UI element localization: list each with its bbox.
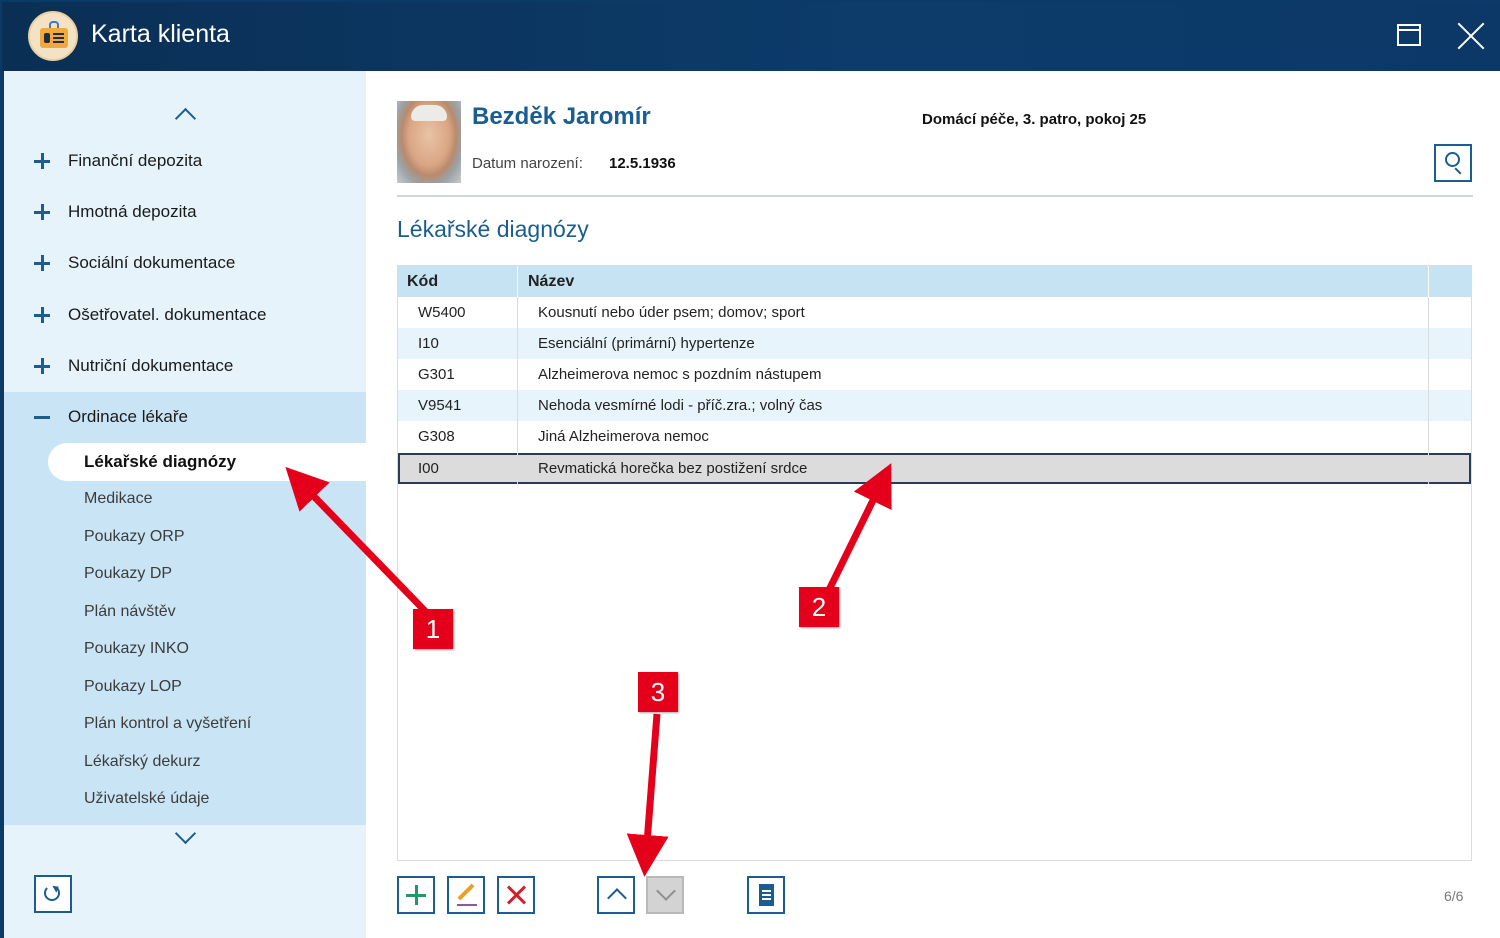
minus-icon [34,409,50,425]
sidebar-item-socialni-dokumentace[interactable]: Sociální dokumentace [4,244,366,284]
sidebar-item-label: Ordinace lékaře [68,407,189,426]
patient-name: Bezděk Jaromír [472,103,651,130]
cell-code: G308 [418,428,455,445]
plus-icon [34,307,50,323]
client-card-icon [28,11,78,61]
sidebar-subitem-plan-kontrol[interactable]: Plán kontrol a vyšetření [84,715,251,733]
annotation-badge-1: 1 [413,609,453,649]
sidebar-item-ordinace-lekare[interactable]: Ordinace lékaře [4,398,366,438]
cell-code: I00 [418,460,439,477]
table-header: Kód Název [398,266,1471,297]
cell-name: Kousnutí nebo úder psem; domov; sport [538,304,805,321]
cell-name: Revmatická horečka bez postižení srdce [538,460,808,477]
column-header-code[interactable]: Kód [407,273,438,291]
sidebar-subitem-poukazy-inko[interactable]: Poukazy INKO [84,640,189,658]
table-row[interactable]: W5400 Kousnutí nebo úder psem; domov; sp… [398,297,1471,328]
sidebar-subitem-label: Lékařské diagnózy [84,452,237,471]
cell-code: G301 [418,366,455,383]
sidebar: Finanční depozita Hmotná depozita Sociál… [4,71,366,938]
sidebar-item-label: Finanční depozita [68,151,203,170]
chevron-up-icon[interactable] [175,105,195,125]
table-row-selected[interactable]: I00 Revmatická horečka bez postižení srd… [398,453,1471,484]
sidebar-item-financni-depozita[interactable]: Finanční depozita [4,142,366,182]
sidebar-subitem-plan-navstev[interactable]: Plán návštěv [84,603,176,621]
sidebar-item-hmotna-depozita[interactable]: Hmotná depozita [4,193,366,233]
sidebar-item-label: Hmotná depozita [68,202,197,221]
move-down-icon[interactable] [646,876,684,914]
column-header-name[interactable]: Název [528,273,574,291]
chevron-down-icon[interactable] [175,827,195,847]
cell-name: Alzheimerova nemoc s pozdním nástupem [538,366,822,383]
record-counter: 6/6 [1444,888,1464,904]
cell-name: Nehoda vesmírné lodi - příč.zra.; volný … [538,397,823,414]
table-row[interactable]: V9541 Nehoda vesmírné lodi - příč.zra.; … [398,390,1471,421]
main-panel: Bezděk Jaromír Datum narození: 12.5.1936… [366,71,1500,938]
dob-label: Datum narození: [472,155,583,172]
maximize-icon[interactable] [1397,24,1421,46]
client-card-window: Karta klienta Finanční depozita Hmotná d… [0,0,1500,938]
cell-name: Jiná Alzheimerova nemoc [538,428,709,445]
divider [397,195,1473,197]
table-row[interactable]: G301 Alzheimerova nemoc s pozdním nástup… [398,359,1471,390]
patient-location: Domácí péče, 3. patro, pokoj 25 [922,111,1147,128]
plus-icon [34,255,50,271]
document-icon[interactable] [747,876,785,914]
add-icon[interactable] [397,876,435,914]
table-row[interactable]: G308 Jiná Alzheimerova nemoc [398,421,1471,452]
window-title: Karta klienta [91,20,230,48]
sidebar-subitem-uzivatelske-udaje[interactable]: Uživatelské údaje [84,790,209,808]
sidebar-item-osetrovatel-dokumentace[interactable]: Ošetřovatel. dokumentace [4,296,366,336]
cell-code: I10 [418,335,439,352]
plus-icon [34,204,50,220]
table-row[interactable]: I10 Esenciální (primární) hypertenze [398,328,1471,359]
sidebar-subitem-poukazy-dp[interactable]: Poukazy DP [84,565,172,583]
annotation-badge-3: 3 [638,672,678,712]
search-icon[interactable] [1434,144,1472,182]
edit-icon[interactable] [447,876,485,914]
diagnoses-table: Kód Název W5400 Kousnutí nebo úder psem;… [397,265,1472,861]
sidebar-subitem-poukazy-orp[interactable]: Poukazy ORP [84,528,184,546]
close-icon[interactable] [1457,22,1485,50]
sidebar-subitem-lekarsky-dekurz[interactable]: Lékařský dekurz [84,753,201,771]
section-title: Lékařské diagnózy [397,216,589,242]
patient-photo [397,101,461,183]
cell-name: Esenciální (primární) hypertenze [538,335,755,352]
delete-icon[interactable] [497,876,535,914]
dob-value: 12.5.1936 [609,155,676,172]
plus-icon [34,358,50,374]
title-bar: Karta klienta [2,2,1500,71]
cell-code: W5400 [418,304,466,321]
refresh-icon[interactable] [34,875,72,913]
sidebar-item-label: Nutriční dokumentace [68,356,234,375]
sidebar-subitem-poukazy-lop[interactable]: Poukazy LOP [84,678,182,696]
sidebar-item-label: Ošetřovatel. dokumentace [68,305,267,324]
plus-icon [34,153,50,169]
sidebar-subitem-medikace[interactable]: Medikace [84,490,152,508]
move-up-icon[interactable] [597,876,635,914]
cell-code: V9541 [418,397,462,414]
sidebar-item-nutricni-dokumentace[interactable]: Nutriční dokumentace [4,347,366,387]
sidebar-subitem-lekarske-diagnozy[interactable]: Lékařské diagnózy [48,443,366,481]
annotation-badge-2: 2 [799,587,839,627]
sidebar-item-label: Sociální dokumentace [68,253,236,272]
